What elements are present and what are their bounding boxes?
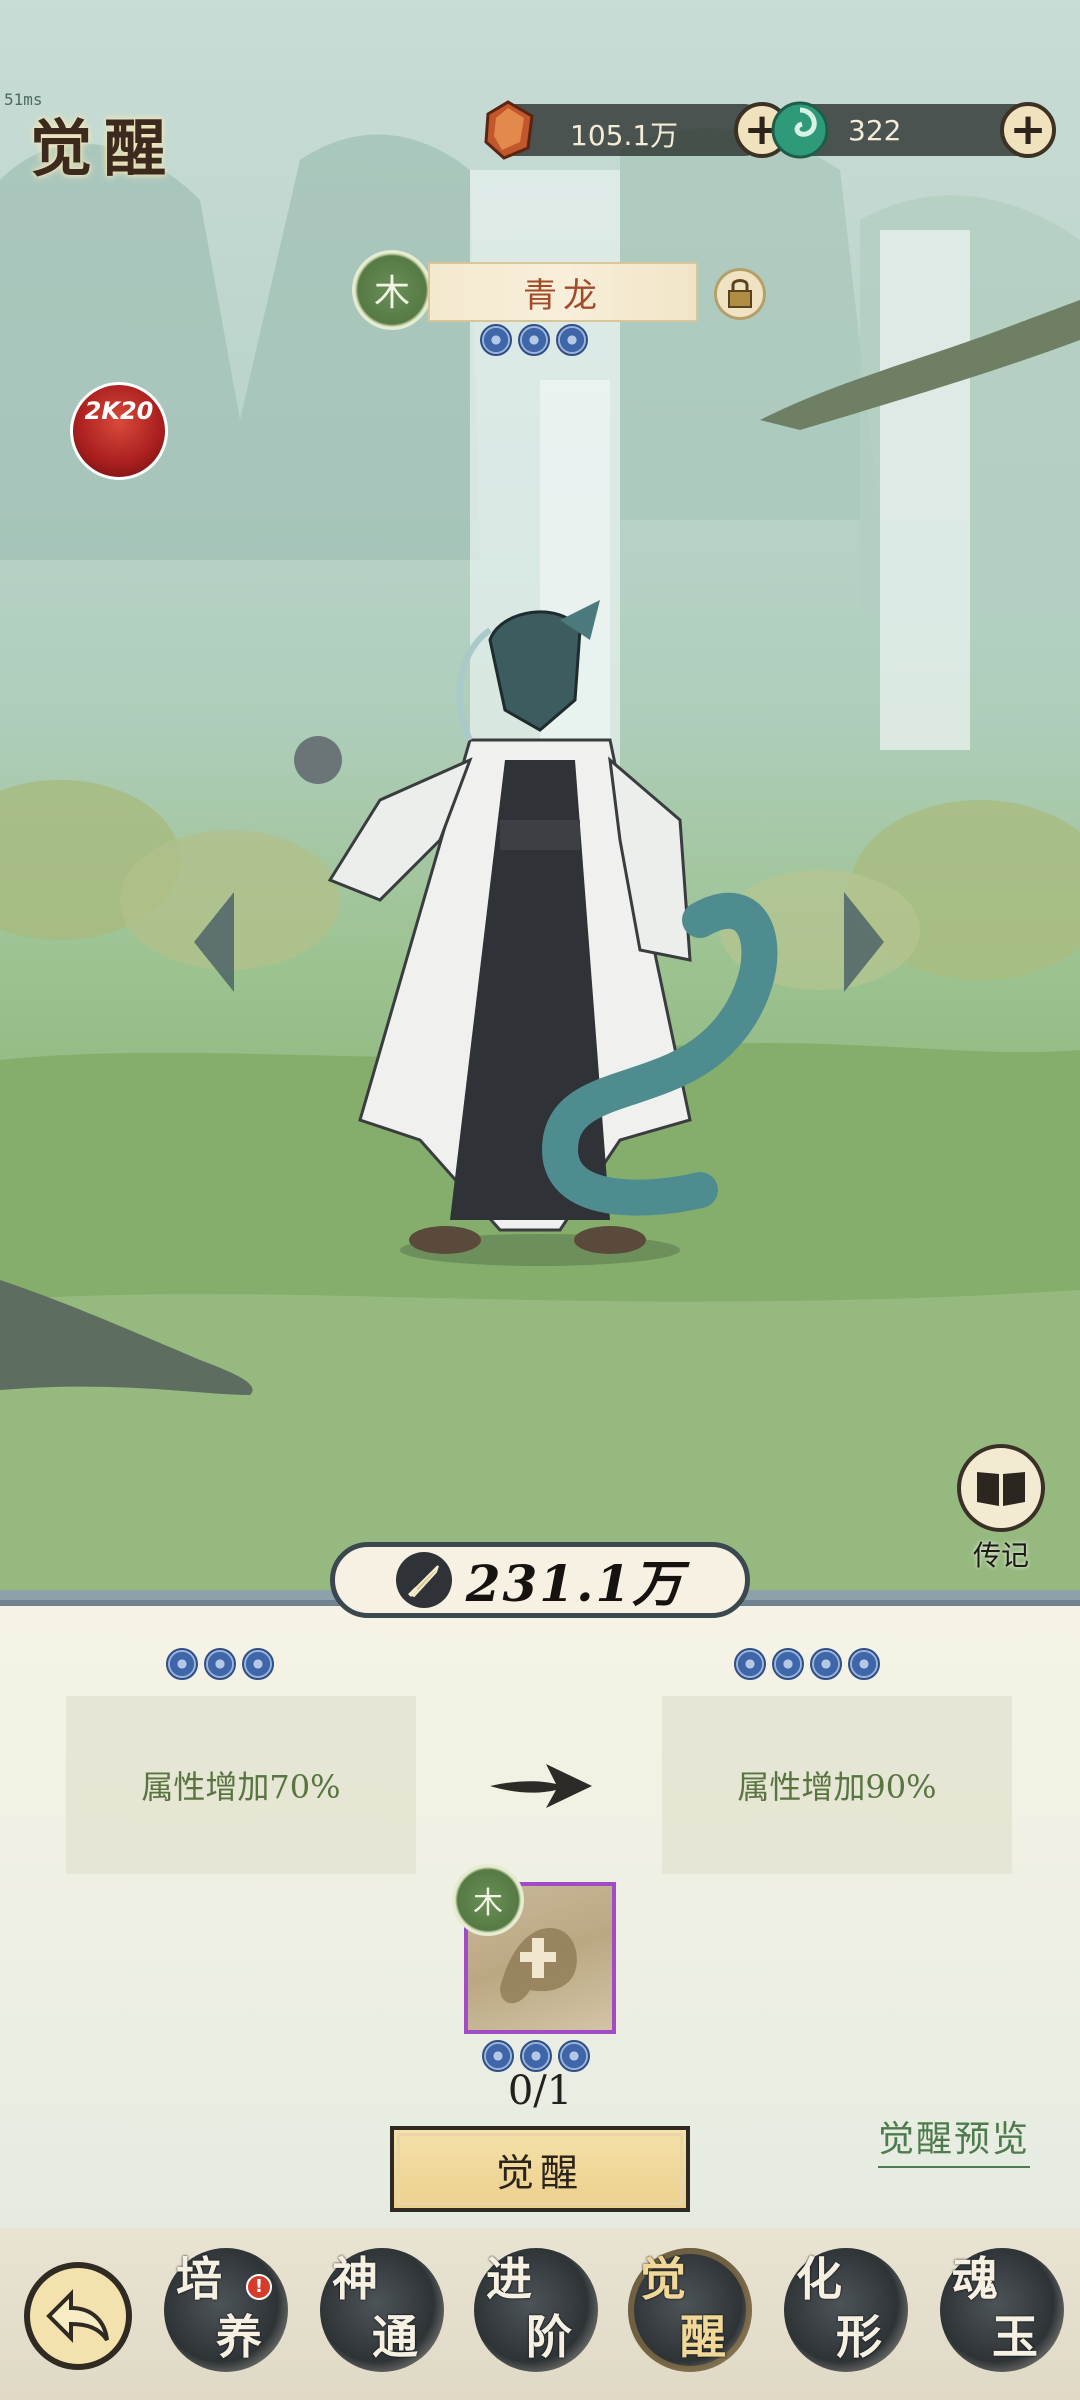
biography-button[interactable]: 传记 bbox=[956, 1444, 1046, 1574]
awaken-preview-link[interactable]: 觉醒预览 bbox=[878, 2110, 1031, 2168]
star-icon bbox=[734, 1648, 766, 1680]
star-icon bbox=[810, 1648, 842, 1680]
next-attribute-box: 属性增加90% bbox=[662, 1696, 1012, 1874]
upgrade-arrow-icon bbox=[490, 1764, 592, 1808]
page-title: 觉醒 bbox=[30, 112, 179, 185]
star-icon bbox=[480, 324, 512, 356]
nav-tab-label: 化 形 bbox=[796, 2252, 887, 2364]
star-icon bbox=[556, 324, 588, 356]
book-icon bbox=[957, 1444, 1045, 1532]
combat-power-value: 231.1万 bbox=[465, 1554, 685, 1613]
previous-character-arrow-icon[interactable] bbox=[190, 892, 238, 992]
crystal-gem-icon bbox=[484, 100, 534, 160]
currency-gold-value: 105.1万 bbox=[570, 119, 679, 152]
material-count: 0/1 bbox=[507, 2068, 573, 2114]
event-avatar-icon[interactable]: 2K20 bbox=[70, 382, 168, 480]
next-character-arrow-icon[interactable] bbox=[840, 892, 888, 992]
back-arrow-icon bbox=[46, 2289, 109, 2343]
nav-tab-transform[interactable]: 化 形 bbox=[778, 2236, 912, 2392]
lock-icon[interactable] bbox=[714, 268, 766, 320]
awaken-button[interactable]: 觉醒 bbox=[390, 2126, 690, 2212]
biography-label: 传记 bbox=[972, 1539, 1029, 1572]
nav-tab-label: 培 养 bbox=[176, 2252, 267, 2364]
back-button[interactable] bbox=[24, 2262, 132, 2370]
star-icon bbox=[848, 1648, 880, 1680]
star-icon bbox=[204, 1648, 236, 1680]
star-icon bbox=[518, 324, 550, 356]
nav-tab-awaken[interactable]: 觉 醒 bbox=[622, 2236, 756, 2392]
currency-jade-bar: 322 + bbox=[771, 101, 1056, 159]
combat-power-display: 231.1万 bbox=[330, 1542, 750, 1618]
current-star-rating bbox=[166, 1648, 274, 1680]
star-icon bbox=[166, 1648, 198, 1680]
sword-icon bbox=[395, 1552, 452, 1608]
star-icon bbox=[772, 1648, 804, 1680]
notification-badge: ! bbox=[246, 2274, 272, 2300]
nav-tab-label: 进 阶 bbox=[486, 2252, 577, 2364]
character-star-rating bbox=[480, 324, 588, 356]
background-scenery bbox=[0, 0, 1080, 1620]
nav-tab-label: 神 通 bbox=[332, 2252, 423, 2364]
nav-tab-label: 觉 醒 bbox=[640, 2252, 731, 2364]
currency-gold-bar: 105.1万 + bbox=[484, 100, 790, 160]
currency-jade-value: 322 bbox=[848, 114, 902, 147]
nav-tab-label: 魂 玉 bbox=[952, 2252, 1043, 2364]
current-attribute-box: 属性增加70% bbox=[66, 1696, 416, 1874]
character-name: 青龙 bbox=[428, 262, 698, 322]
nav-tab-soul-jade[interactable]: 魂 玉 bbox=[934, 2236, 1068, 2392]
star-icon bbox=[242, 1648, 274, 1680]
nav-tab-advance[interactable]: 进 阶 bbox=[468, 2236, 602, 2392]
add-jade-button[interactable]: + bbox=[1000, 102, 1056, 158]
wood-element-icon: 木 bbox=[352, 250, 432, 330]
nav-tab-cultivate[interactable]: 培 养 ! bbox=[158, 2236, 292, 2392]
next-star-rating bbox=[734, 1648, 880, 1680]
avatar-label: 2K20 bbox=[84, 397, 154, 425]
wood-element-icon: 木 bbox=[452, 1864, 524, 1936]
jade-swirl-icon bbox=[771, 101, 829, 159]
nav-tab-divine-power[interactable]: 神 通 bbox=[314, 2236, 448, 2392]
